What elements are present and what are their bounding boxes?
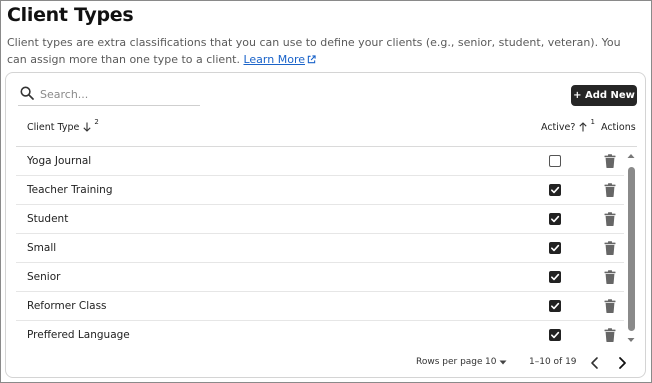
caret-down-icon — [499, 360, 507, 364]
trash-icon[interactable] — [604, 153, 616, 172]
client-type-name: Student — [27, 213, 69, 225]
trash-icon[interactable] — [604, 298, 616, 317]
table-row[interactable]: Reformer Class — [16, 292, 624, 321]
table-row[interactable]: Student — [16, 205, 624, 234]
trash-icon[interactable] — [604, 240, 616, 259]
trash-icon[interactable] — [604, 182, 616, 201]
client-types-card: + Add New Client Type 2 Active? 1 Action… — [5, 72, 646, 378]
scroll-down-arrow-icon[interactable] — [627, 337, 635, 343]
arrow-up-icon — [579, 122, 588, 132]
column-label-actions: Actions — [601, 122, 636, 133]
page-title: Client Types — [7, 4, 134, 26]
checkbox-checked-icon[interactable] — [549, 213, 561, 225]
rows-per-page-label: Rows per page — [416, 357, 483, 367]
table-row[interactable]: Teacher Training — [16, 176, 624, 205]
table-row[interactable]: Yoga Journal — [16, 147, 624, 176]
external-link-icon — [307, 55, 316, 64]
table-body: Yoga Journal Teacher Training Student Small… — [16, 147, 624, 350]
pagination-bar: Rows per page 10 1–10 of 19 — [6, 355, 647, 371]
column-header-actions: Actions — [601, 122, 636, 133]
table-row[interactable]: Preffered Language — [16, 321, 624, 350]
checkbox-checked-icon[interactable] — [549, 242, 561, 254]
client-type-name: Senior — [27, 271, 61, 283]
search-box — [18, 83, 200, 106]
column-label-active: Active? — [541, 122, 576, 133]
add-new-button[interactable]: + Add New — [571, 85, 637, 106]
column-header-client-type[interactable]: Client Type 2 — [27, 118, 99, 133]
trash-icon[interactable] — [604, 269, 616, 288]
trash-icon[interactable] — [604, 327, 616, 346]
chevron-left-icon[interactable] — [588, 355, 602, 371]
checkbox-checked-icon[interactable] — [549, 329, 561, 341]
learn-more-label: Learn More — [243, 53, 305, 66]
table-row[interactable]: Small — [16, 234, 624, 263]
checkbox-unchecked-icon[interactable] — [549, 155, 561, 167]
sort-order-client-type: 2 — [94, 118, 99, 126]
client-type-name: Preffered Language — [27, 329, 130, 341]
pagination-range: 1–10 of 19 — [529, 357, 577, 367]
trash-icon[interactable] — [604, 211, 616, 230]
scroll-up-arrow-icon[interactable] — [627, 153, 635, 159]
checkbox-checked-icon[interactable] — [549, 184, 561, 196]
scrollbar-thumb[interactable] — [627, 167, 635, 331]
client-type-name: Reformer Class — [27, 300, 107, 312]
search-input[interactable] — [40, 85, 196, 103]
rows-per-page-value: 10 — [485, 357, 497, 367]
arrow-down-icon — [83, 122, 91, 132]
client-type-name: Teacher Training — [27, 184, 113, 196]
learn-more-link[interactable]: Learn More — [243, 53, 316, 66]
sort-order-active: 1 — [590, 118, 595, 126]
client-type-name: Small — [27, 242, 57, 254]
page-description: Client types are extra classifications t… — [7, 34, 643, 68]
client-type-name: Yoga Journal — [27, 155, 92, 167]
column-label-client-type: Client Type — [27, 122, 80, 133]
checkbox-checked-icon[interactable] — [549, 271, 561, 283]
column-header-active[interactable]: Active? 1 — [541, 118, 595, 133]
search-icon — [20, 86, 34, 100]
chevron-right-icon[interactable] — [615, 355, 629, 371]
table-row[interactable]: Senior — [16, 263, 624, 292]
rows-per-page-select[interactable]: 10 — [485, 357, 507, 367]
checkbox-checked-icon[interactable] — [549, 300, 561, 312]
vertical-scrollbar[interactable] — [627, 153, 635, 345]
